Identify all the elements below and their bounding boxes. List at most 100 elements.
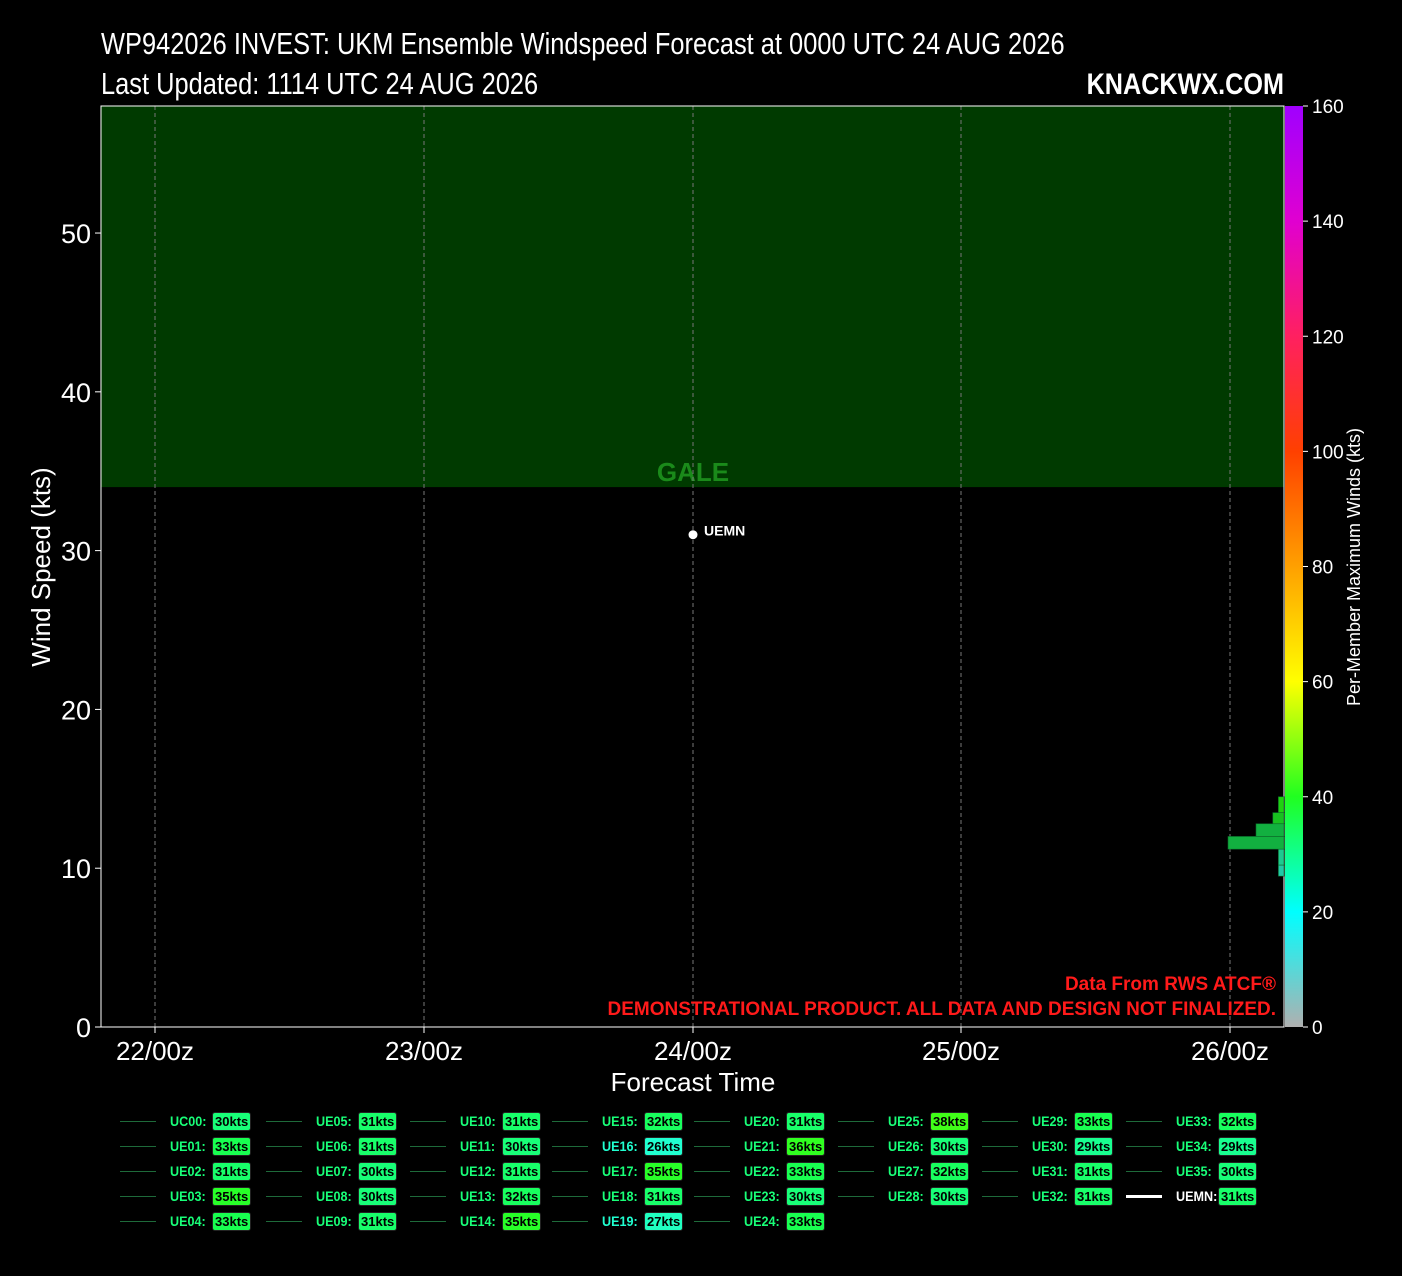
legend-label: UE01: <box>170 1138 206 1154</box>
legend-label: UE10: <box>460 1113 496 1129</box>
legend-value-badge: 30kts <box>1218 1161 1258 1181</box>
legend-item: UE34: 29kts <box>1126 1135 1258 1157</box>
legend-item: UE20: 31kts <box>694 1110 826 1132</box>
legend-line <box>1126 1145 1162 1147</box>
legend-value-badge: 35kts <box>644 1161 684 1181</box>
colorbar <box>1285 106 1303 1027</box>
legend-label: UE32: <box>1032 1188 1068 1204</box>
legend-value-badge: 32kts <box>502 1186 542 1206</box>
legend-value-badge: 32kts <box>930 1161 970 1181</box>
legend-value-badge: 30kts <box>502 1136 542 1156</box>
legend-value-badge: 31kts <box>786 1111 826 1131</box>
legend-item: UE14: 35kts <box>410 1210 542 1232</box>
legend-line <box>410 1220 446 1222</box>
legend-value-badge: 31kts <box>502 1161 542 1181</box>
legend-value-badge: 30kts <box>358 1161 398 1181</box>
legend-item: UE16: 26kts <box>552 1135 684 1157</box>
legend-label: UE13: <box>460 1188 496 1204</box>
legend-line <box>982 1170 1018 1172</box>
legend-line <box>694 1195 730 1197</box>
colorbar-tick-label: 100 <box>1312 442 1344 463</box>
x-tick-label: 22/00z <box>116 1036 194 1066</box>
legend-item: UE29: 33kts <box>982 1110 1114 1132</box>
histogram-bar <box>1278 864 1285 877</box>
legend-item: UE28: 30kts <box>838 1185 970 1207</box>
legend-label: UE33: <box>1176 1113 1212 1129</box>
legend-item: UE11: 30kts <box>410 1135 542 1157</box>
legend-item: UE08: 30kts <box>266 1185 398 1207</box>
y-tick-label: 50 <box>61 219 91 249</box>
colorbar-tick-label: 20 <box>1312 903 1333 924</box>
colorbar-tick-label: 80 <box>1312 558 1333 579</box>
legend-value-badge: 32kts <box>1218 1111 1258 1131</box>
legend-item: UE07: 30kts <box>266 1160 398 1182</box>
legend-label: UE25: <box>888 1113 924 1129</box>
legend-item: UE18: 31kts <box>552 1185 684 1207</box>
legend-line <box>694 1120 730 1122</box>
legend-label: UE30: <box>1032 1138 1068 1154</box>
legend-line <box>410 1195 446 1197</box>
legend-item: UE35: 30kts <box>1126 1160 1258 1182</box>
legend-label: UE31: <box>1032 1163 1068 1179</box>
legend-line <box>838 1145 874 1147</box>
legend-value-badge: 26kts <box>644 1136 684 1156</box>
x-axis-label: Forecast Time <box>611 1067 776 1097</box>
legend-label: UE06: <box>316 1138 352 1154</box>
legend-value-badge: 30kts <box>212 1111 252 1131</box>
legend-label: UE15: <box>602 1113 638 1129</box>
legend-item: UE30: 29kts <box>982 1135 1114 1157</box>
legend-value-badge: 30kts <box>930 1136 970 1156</box>
histogram-bar <box>1278 848 1285 866</box>
legend-label: UE05: <box>316 1113 352 1129</box>
y-tick-label: 40 <box>61 378 91 408</box>
legend-value-badge: 35kts <box>212 1186 252 1206</box>
legend-label: UE20: <box>744 1113 780 1129</box>
legend-item: UEMN: 31kts <box>1126 1185 1258 1207</box>
legend-label: UE14: <box>460 1213 496 1229</box>
data-source-note: Data From RWS ATCF® <box>1065 974 1276 995</box>
legend-line <box>410 1145 446 1147</box>
legend-line <box>694 1170 730 1172</box>
legend-value-badge: 33kts <box>786 1211 826 1231</box>
legend-value-badge: 31kts <box>212 1161 252 1181</box>
legend-label: UE22: <box>744 1163 780 1179</box>
colorbar-tick-label: 40 <box>1312 788 1333 809</box>
legend-value-badge: 31kts <box>1074 1161 1114 1181</box>
legend-line <box>982 1145 1018 1147</box>
legend-label: UE04: <box>170 1213 206 1229</box>
legend-value-badge: 30kts <box>786 1186 826 1206</box>
legend-line <box>266 1220 302 1222</box>
legend-label: UE09: <box>316 1213 352 1229</box>
legend-item: UE04: 33kts <box>120 1210 252 1232</box>
demo-disclaimer: DEMONSTRATIONAL PRODUCT. ALL DATA AND DE… <box>608 999 1277 1020</box>
legend-value-badge: 31kts <box>1074 1186 1114 1206</box>
y-tick-label: 0 <box>76 1013 91 1043</box>
legend-label: UE23: <box>744 1188 780 1204</box>
legend-label: UE02: <box>170 1163 206 1179</box>
legend-line <box>838 1195 874 1197</box>
legend-line <box>838 1120 874 1122</box>
legend-label: UE24: <box>744 1213 780 1229</box>
legend-label: UC00: <box>170 1113 207 1129</box>
legend-item: UE03: 35kts <box>120 1185 252 1207</box>
legend-value-badge: 31kts <box>502 1111 542 1131</box>
legend-item: UE25: 38kts <box>838 1110 970 1132</box>
legend-item: UE19: 27kts <box>552 1210 684 1232</box>
legend-value-badge: 29kts <box>1074 1136 1114 1156</box>
legend-label: UE11: <box>460 1138 496 1154</box>
legend-line <box>1126 1170 1162 1172</box>
y-tick-label: 10 <box>61 854 91 884</box>
legend-item: UE26: 30kts <box>838 1135 970 1157</box>
legend-item: UE31: 31kts <box>982 1160 1114 1182</box>
legend-item: UE24: 33kts <box>694 1210 826 1232</box>
legend-label: UE28: <box>888 1188 924 1204</box>
legend-value-badge: 32kts <box>644 1111 684 1131</box>
legend-item: UE22: 33kts <box>694 1160 826 1182</box>
legend-label: UE35: <box>1176 1163 1212 1179</box>
legend-line <box>552 1145 588 1147</box>
legend-value-badge: 30kts <box>930 1186 970 1206</box>
chart-legend: UC00: 30kts UE01: 33kts UE02: 31kts UE03: 35kts… <box>120 1110 1300 1240</box>
legend-value-badge: 35kts <box>502 1211 542 1231</box>
legend-item: UE09: 31kts <box>266 1210 398 1232</box>
legend-label: UE27: <box>888 1163 924 1179</box>
